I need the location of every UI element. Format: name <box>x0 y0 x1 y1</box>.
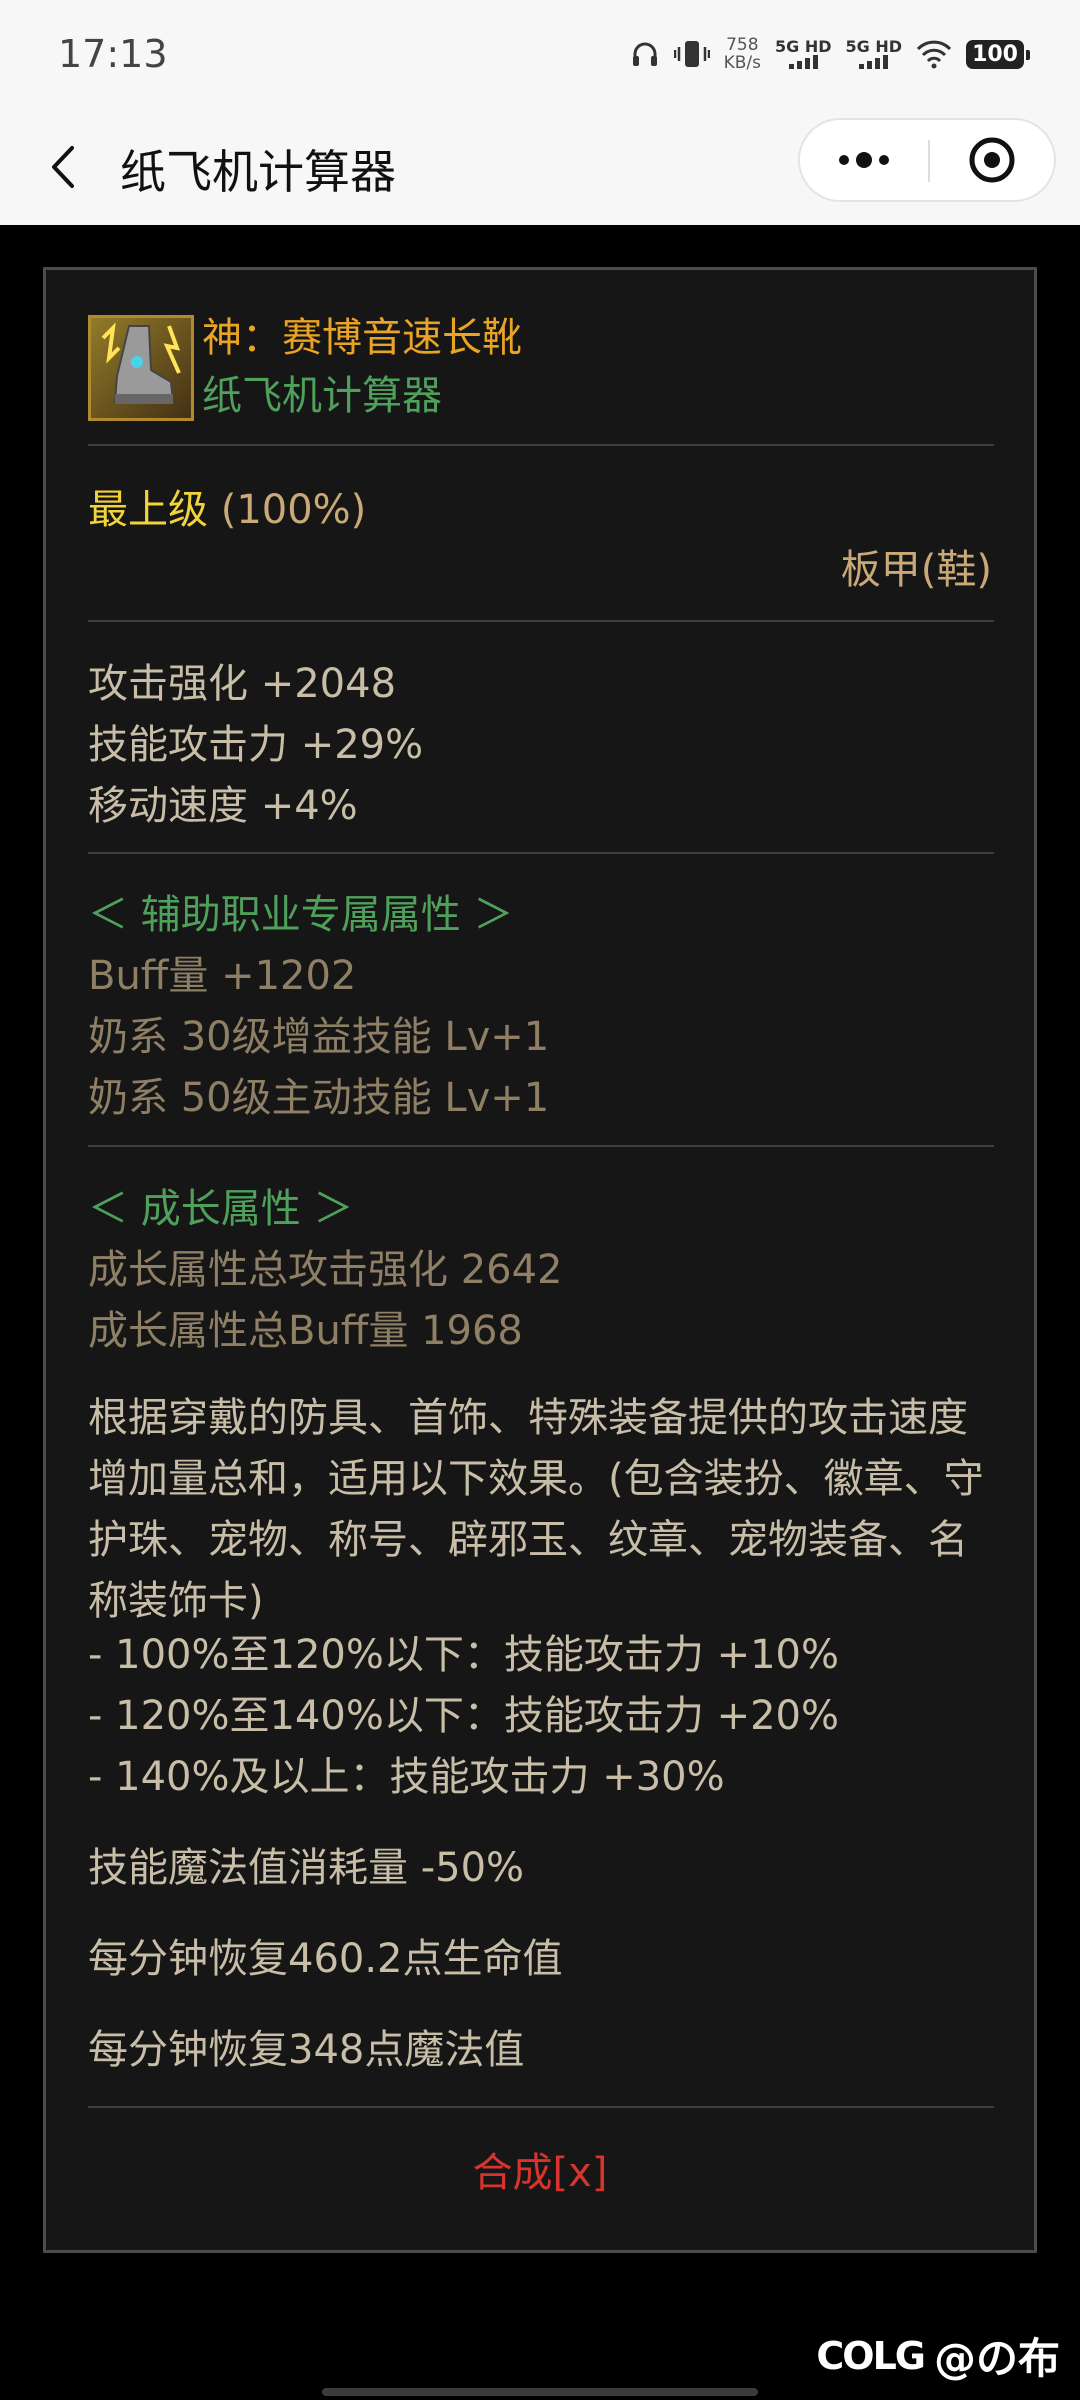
watermark-user: @の布 <box>933 2334 1060 2383</box>
more-button[interactable] <box>800 120 928 200</box>
signal-bars-icon <box>846 55 903 69</box>
effect-description: 根据穿戴的防具、首饰、特殊装备提供的攻击速度增加量总和，适用以下效果。(包含装扮… <box>88 1395 984 1624</box>
item-grade: 最上级 (100%) <box>88 482 366 538</box>
synthesize-button[interactable]: 合成[x] <box>46 2140 1034 2198</box>
hp-regen-line: 每分钟恢复460.2点生命值 <box>88 1936 563 1982</box>
vibrate-icon <box>673 41 710 67</box>
nav-bar: 纸飞机计算器 <box>0 110 1080 225</box>
chevron-left-icon <box>52 146 74 188</box>
grade-percent: (100%) <box>220 487 367 533</box>
status-bar: 17:13 758 KB/s 5G HD 5G HD 100 <box>0 0 1080 110</box>
growth-attributes-header: ＜ 成长属性 ＞ <box>88 1186 354 1232</box>
tier-line: - 140%及以上：技能攻击力 +30% <box>88 1754 725 1800</box>
tier-line: - 120%至140%以下：技能攻击力 +20% <box>88 1693 839 1739</box>
divider <box>88 2106 994 2108</box>
target-circle-icon <box>969 137 1015 183</box>
wifi-icon <box>916 40 952 69</box>
home-indicator[interactable] <box>322 2388 758 2396</box>
network-speed: 758 KB/s <box>723 35 762 73</box>
mini-program-capsule <box>798 118 1056 202</box>
divider <box>88 852 994 854</box>
status-icons: 758 KB/s 5G HD 5G HD 100 <box>630 35 1030 73</box>
signal-bars-icon <box>775 55 832 69</box>
divider <box>88 620 994 622</box>
mp-regen-line: 每分钟恢复348点魔法值 <box>88 2027 525 2073</box>
item-tooltip-card: 神：赛博音速长靴 纸飞机计算器 最上级 (100%) 板甲(鞋) 攻击强化 +2… <box>43 267 1037 2253</box>
watermark: COLG @の布 <box>816 2325 1060 2386</box>
support-attributes-header: ＜ 辅助职业专属属性 ＞ <box>88 892 514 938</box>
item-name: 神：赛博音速长靴 <box>202 315 522 361</box>
colg-logo: COLG <box>816 2333 926 2378</box>
battery-indicator: 100 <box>966 39 1030 69</box>
close-miniprogram-button[interactable] <box>930 120 1054 200</box>
stat-line: 技能攻击力 +29% <box>88 722 424 768</box>
grade-label: 最上级 <box>88 487 208 533</box>
signal-sim1: 5G HD <box>775 39 832 69</box>
mp-cost-line: 技能魔法值消耗量 -50% <box>88 1845 525 1891</box>
growth-stat-line: 成长属性总Buff量 1968 <box>88 1308 523 1354</box>
stat-line: 攻击强化 +2048 <box>88 661 397 707</box>
support-stat-line: 奶系 30级增益技能 Lv+1 <box>88 1014 550 1060</box>
status-time: 17:13 <box>58 32 168 76</box>
tier-line: - 100%至120%以下：技能攻击力 +10% <box>88 1632 839 1678</box>
stat-line: 移动速度 +4% <box>88 783 358 829</box>
page-title: 纸飞机计算器 <box>120 145 396 199</box>
item-type: 板甲(鞋) <box>840 547 992 593</box>
divider <box>88 1145 994 1147</box>
back-button[interactable] <box>38 132 98 202</box>
more-dots-icon <box>839 152 889 168</box>
growth-stat-line: 成长属性总攻击强化 2642 <box>88 1247 563 1293</box>
item-source: 纸飞机计算器 <box>202 373 442 419</box>
support-stat-line: Buff量 +1202 <box>88 953 357 999</box>
divider <box>88 444 994 446</box>
signal-sim2: 5G HD <box>846 39 903 69</box>
support-stat-line: 奶系 50级主动技能 Lv+1 <box>88 1075 550 1121</box>
headphones-icon <box>632 42 657 66</box>
boots-item-icon <box>88 315 194 421</box>
